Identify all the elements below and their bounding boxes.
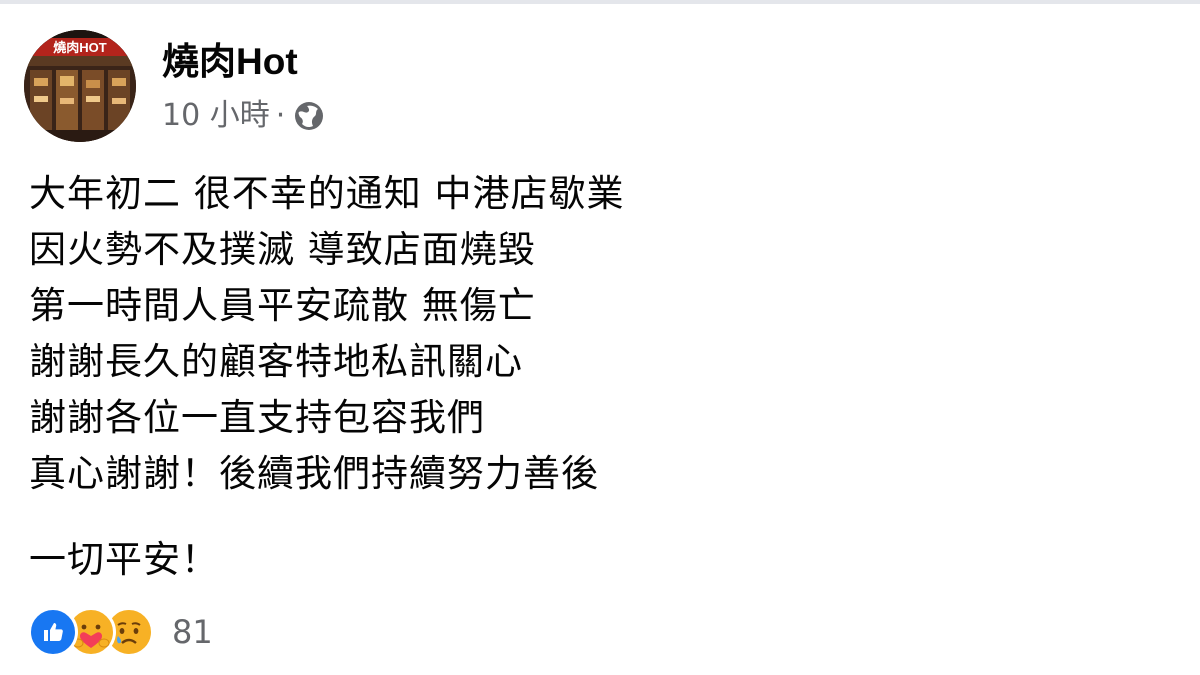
top-divider <box>0 0 1200 4</box>
post-line: 真心謝謝！後續我們持續努力善後 <box>29 452 599 495</box>
post-timestamp[interactable]: 10 小時 <box>162 98 270 134</box>
like-icon <box>28 607 78 657</box>
facebook-post: 燒肉HOT 燒肉Hot 10 小時 · 大年初二 很不幸的通知 中港店歇業 因火… <box>0 0 1200 675</box>
post-meta: 燒肉Hot 10 小時 · <box>162 30 325 134</box>
page-avatar[interactable]: 燒肉HOT <box>24 30 136 142</box>
reaction-count[interactable]: 81 <box>172 613 213 651</box>
post-closing-line: 一切平安！ <box>29 538 219 581</box>
post-subtitle: 10 小時 · <box>162 98 325 134</box>
post-line: 第一時間人員平安疏散 無傷亡 <box>29 284 536 327</box>
post-line: 謝謝長久的顧客特地私訊關心 <box>29 340 523 383</box>
post-header: 燒肉HOT 燒肉Hot 10 小時 · <box>24 30 325 150</box>
storefront-photo: 燒肉HOT <box>24 30 136 142</box>
post-line: 因火勢不及撲滅 導致店面燒毀 <box>29 228 536 271</box>
separator-dot: · <box>275 98 286 133</box>
page-name[interactable]: 燒肉Hot <box>162 40 325 84</box>
avatar-sign-text: 燒肉HOT <box>53 40 107 55</box>
post-body: 大年初二 很不幸的通知 中港店歇業 因火勢不及撲滅 導致店面燒毀 第一時間人員平… <box>29 166 1169 588</box>
globe-icon[interactable] <box>293 100 325 132</box>
post-line: 謝謝各位一直支持包容我們 <box>29 396 485 439</box>
reactions-bar[interactable]: 81 <box>28 606 213 658</box>
post-line: 大年初二 很不幸的通知 中港店歇業 <box>29 172 625 215</box>
